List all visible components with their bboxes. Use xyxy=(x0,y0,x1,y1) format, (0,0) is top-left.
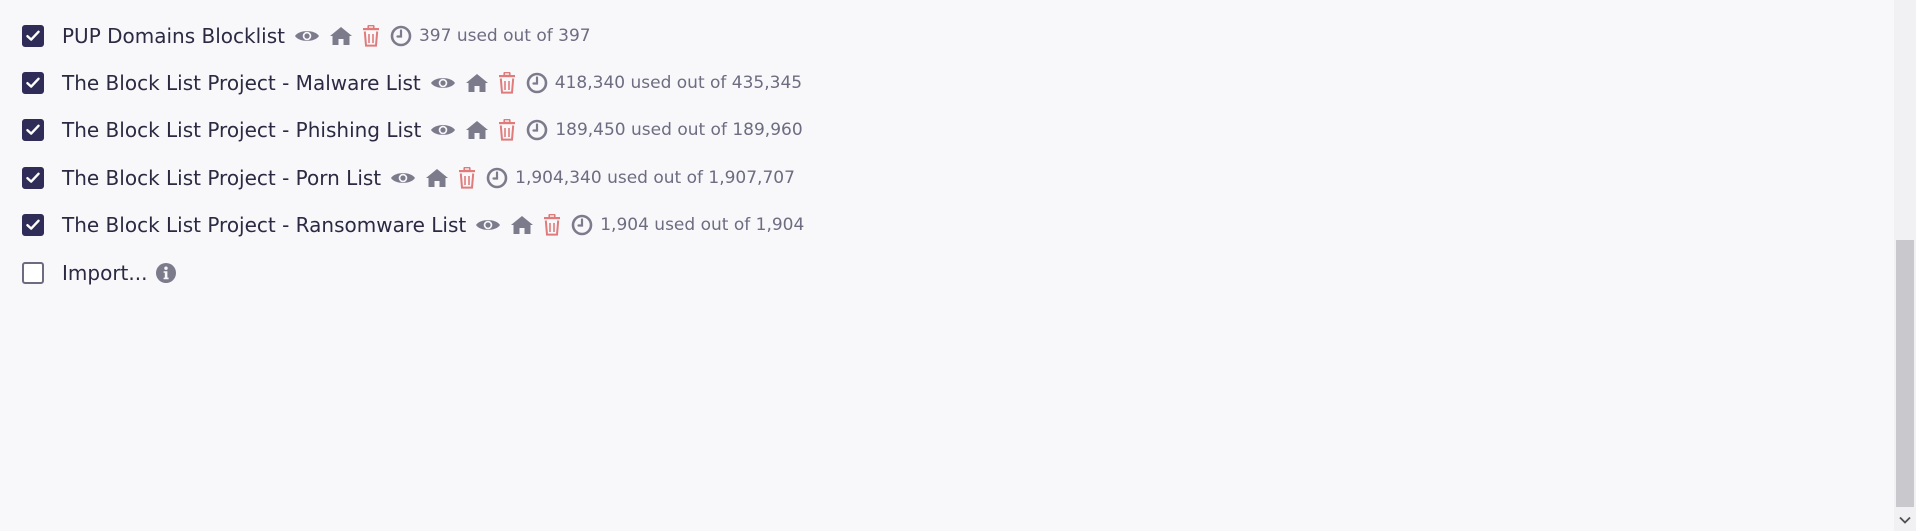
blocklist-name: PUP Domains Blocklist xyxy=(62,23,285,48)
info-icon[interactable] xyxy=(155,262,177,284)
home-icon[interactable] xyxy=(425,168,449,188)
import-checkbox[interactable] xyxy=(22,261,44,284)
list-item: The Block List Project - Phishing List 1… xyxy=(22,107,804,154)
eye-icon[interactable] xyxy=(475,217,501,233)
scrollbar-thumb[interactable] xyxy=(1896,240,1914,507)
trash-icon[interactable] xyxy=(543,214,561,236)
home-icon[interactable] xyxy=(465,120,489,140)
home-icon[interactable] xyxy=(329,26,353,46)
list-item: The Block List Project - Ransomware List… xyxy=(22,202,804,249)
blocklist-checkbox[interactable] xyxy=(22,166,44,189)
blocklist-checkbox[interactable] xyxy=(22,72,44,95)
trash-icon[interactable] xyxy=(498,72,516,94)
import-label: Import... xyxy=(62,260,148,285)
blocklist-checkbox[interactable] xyxy=(22,214,44,237)
blocklist-name: The Block List Project - Phishing List xyxy=(62,118,422,143)
clock-icon xyxy=(390,25,412,47)
clock-icon xyxy=(526,72,548,94)
eye-icon[interactable] xyxy=(390,170,416,186)
usage-count: 418,340 used out of 435,345 xyxy=(554,73,803,94)
home-icon[interactable] xyxy=(510,215,534,235)
trash-icon[interactable] xyxy=(498,119,516,142)
blocklist-name: The Block List Project - Ransomware List xyxy=(62,213,467,238)
list-item: The Block List Project - Porn List 1,904… xyxy=(22,154,804,201)
trash-icon[interactable] xyxy=(458,166,476,189)
blocklist-checkbox[interactable] xyxy=(22,119,44,142)
scroll-down-arrow-icon[interactable] xyxy=(1894,509,1916,531)
clock-icon xyxy=(486,167,508,189)
trash-icon[interactable] xyxy=(362,24,380,47)
usage-count: 189,450 used out of 189,960 xyxy=(555,120,803,141)
list-item: The Block List Project - Malware List 41… xyxy=(22,59,804,106)
blocklist-name: The Block List Project - Porn List xyxy=(62,165,382,190)
import-row: Import... xyxy=(22,249,804,296)
eye-icon[interactable] xyxy=(430,122,456,138)
blocklist-checkbox[interactable] xyxy=(22,24,44,47)
clock-icon xyxy=(571,214,593,236)
usage-count: 1,904,340 used out of 1,907,707 xyxy=(515,167,795,188)
blocklist-list: PUP Domains Blocklist 397 used out of 39… xyxy=(22,12,804,296)
vertical-scrollbar[interactable] xyxy=(1894,0,1916,531)
usage-count: 1,904 used out of 1,904 xyxy=(600,215,805,236)
usage-count: 397 used out of 397 xyxy=(418,25,591,46)
eye-icon[interactable] xyxy=(430,75,456,91)
clock-icon xyxy=(526,119,548,141)
home-icon[interactable] xyxy=(465,73,489,93)
blocklist-name: The Block List Project - Malware List xyxy=(62,71,421,96)
eye-icon[interactable] xyxy=(294,28,320,44)
list-item: PUP Domains Blocklist 397 used out of 39… xyxy=(22,12,804,59)
